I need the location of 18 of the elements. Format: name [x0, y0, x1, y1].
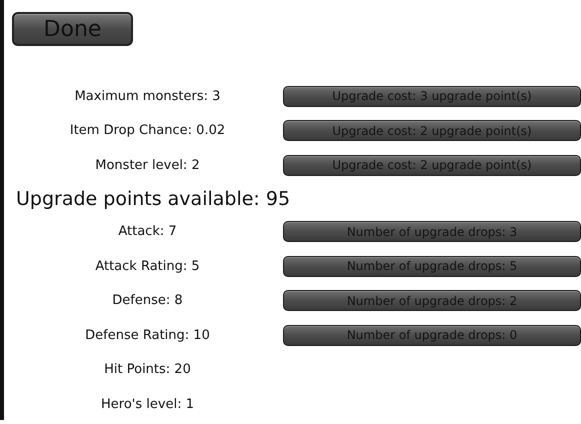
- upgrade-button[interactable]: Number of upgrade drops: 2: [283, 290, 581, 312]
- upgrade-button[interactable]: Upgrade cost: 2 upgrade point(s): [283, 154, 581, 176]
- upgrade-button[interactable]: Upgrade cost: 3 upgrade point(s): [283, 86, 581, 107]
- stat-label: Defense Rating: 10: [84, 328, 211, 343]
- stat-label: Attack: 7: [117, 224, 178, 240]
- stat-label: Maximum monsters: 3: [74, 88, 222, 104]
- stat-label: Defense: 8: [111, 293, 184, 308]
- upgrade-button[interactable]: Number of upgrade drops: 0: [283, 324, 581, 346]
- upgrade-button[interactable]: Number of upgrade drops: 3: [283, 221, 581, 242]
- stat-label: Hero's level: 1: [100, 396, 195, 412]
- stat-label: Item Drop Chance: 0.02: [68, 123, 226, 138]
- stat-label: Hit Points: 20: [103, 362, 192, 378]
- stat-label: Attack Rating: 5: [94, 258, 201, 274]
- upgrade-button[interactable]: Number of upgrade drops: 5: [283, 256, 581, 277]
- upgrade-button[interactable]: Upgrade cost: 2 upgrade point(s): [283, 120, 581, 142]
- done-button[interactable]: Done: [12, 12, 133, 46]
- points-available: Upgrade points available: 95: [15, 186, 292, 212]
- stat-label: Monster level: 2: [94, 158, 201, 173]
